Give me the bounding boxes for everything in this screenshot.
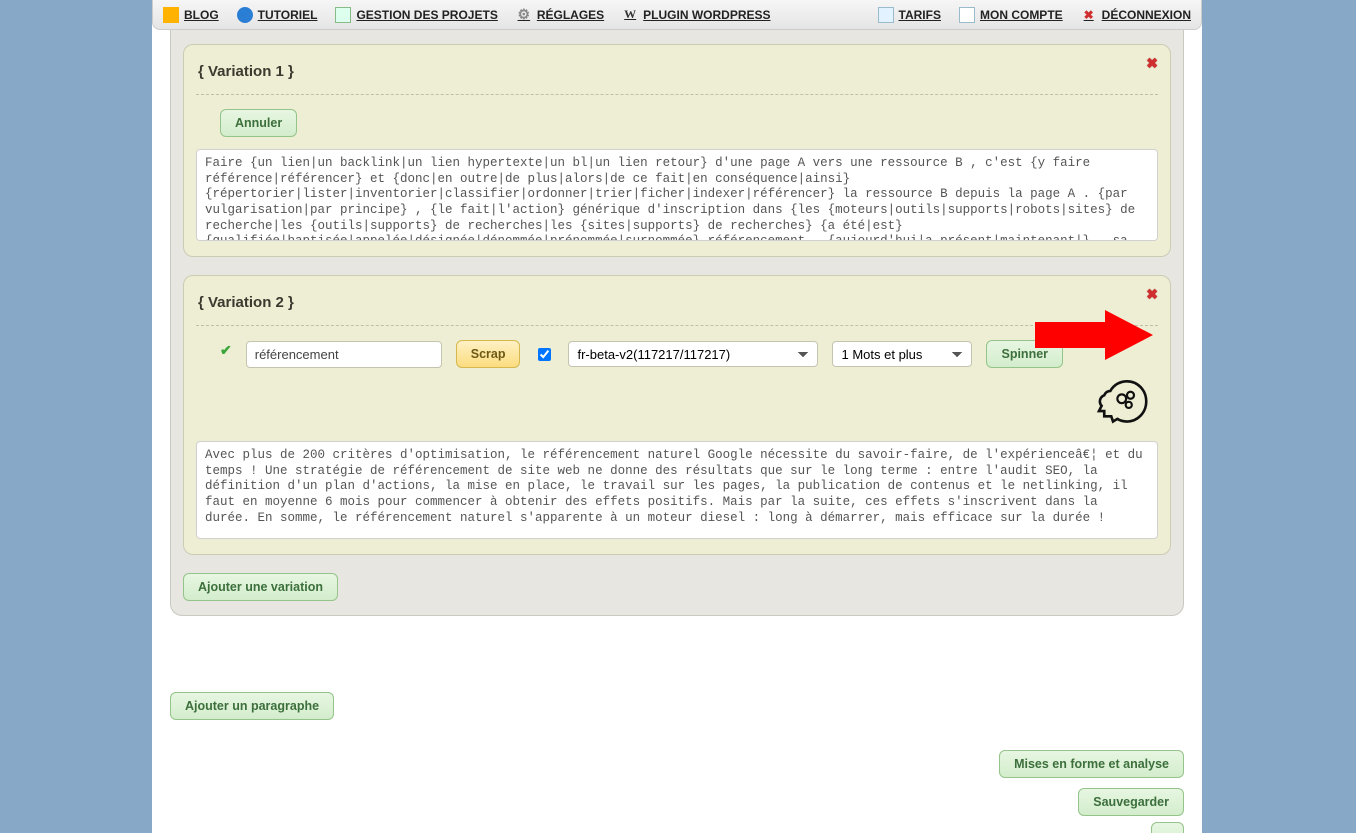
info-icon	[237, 7, 253, 23]
add-paragraph-button[interactable]: Ajouter un paragraphe	[170, 692, 334, 720]
projects-icon	[335, 7, 351, 23]
nav-gestion-projets[interactable]: GESTION DES PROJETS	[335, 7, 497, 23]
nav-tutoriel[interactable]: TUTORIEL	[237, 7, 318, 23]
nav-tarifs[interactable]: TARIFS	[878, 7, 941, 23]
variation-1-title: { Variation 1 }	[198, 63, 294, 80]
nav-plugin-wordpress[interactable]: WPLUGIN WORDPRESS	[622, 7, 770, 23]
annuler-button[interactable]: Annuler	[220, 109, 297, 137]
scrap-button[interactable]: Scrap	[456, 340, 521, 368]
analysis-button[interactable]: Mises en forme et analyse	[999, 750, 1184, 778]
add-variation-button[interactable]: Ajouter une variation	[183, 573, 338, 601]
check-icon: ✔	[220, 342, 232, 359]
nav-deconnexion[interactable]: ✖DÉCONNEXION	[1081, 7, 1191, 23]
brain-icon	[1092, 376, 1148, 432]
logout-icon: ✖	[1081, 7, 1097, 23]
wordpress-icon: W	[622, 7, 638, 23]
nav-blog[interactable]: BLOG	[163, 7, 219, 23]
pencil-icon	[163, 7, 179, 23]
nav-reglages[interactable]: ⚙RÉGLAGES	[516, 7, 604, 23]
variations-panel: ✖ { Variation 1 } Annuler ✖ { Variation …	[170, 0, 1184, 616]
lang-checkbox[interactable]	[538, 348, 551, 361]
variation-1-card: ✖ { Variation 1 } Annuler	[183, 44, 1171, 257]
gear-icon: ⚙	[516, 7, 532, 23]
variation-2-textarea[interactable]	[196, 441, 1158, 539]
close-variation-2[interactable]: ✖	[1146, 286, 1158, 303]
save-button-partial[interactable]	[1151, 822, 1184, 833]
nav-mon-compte[interactable]: MON COMPTE	[959, 7, 1063, 23]
save-button[interactable]: Sauvegarder	[1078, 788, 1184, 816]
tarifs-icon	[878, 7, 894, 23]
keyword-input[interactable]	[246, 341, 442, 368]
close-variation-1[interactable]: ✖	[1146, 55, 1158, 72]
words-select[interactable]: 1 Mots et plus	[832, 341, 972, 367]
variation-2-title: { Variation 2 }	[198, 294, 294, 311]
account-icon	[959, 7, 975, 23]
language-select[interactable]: fr-beta-v2(117217/117217)	[568, 341, 818, 367]
variation-1-textarea[interactable]	[196, 149, 1158, 241]
top-nav: BLOG TUTORIEL GESTION DES PROJETS ⚙RÉGLA…	[152, 0, 1202, 30]
spinner-button[interactable]: Spinner	[986, 340, 1063, 368]
variation-2-card: ✖ { Variation 2 } ✔ Scrap fr-beta-v2(117…	[183, 275, 1171, 555]
